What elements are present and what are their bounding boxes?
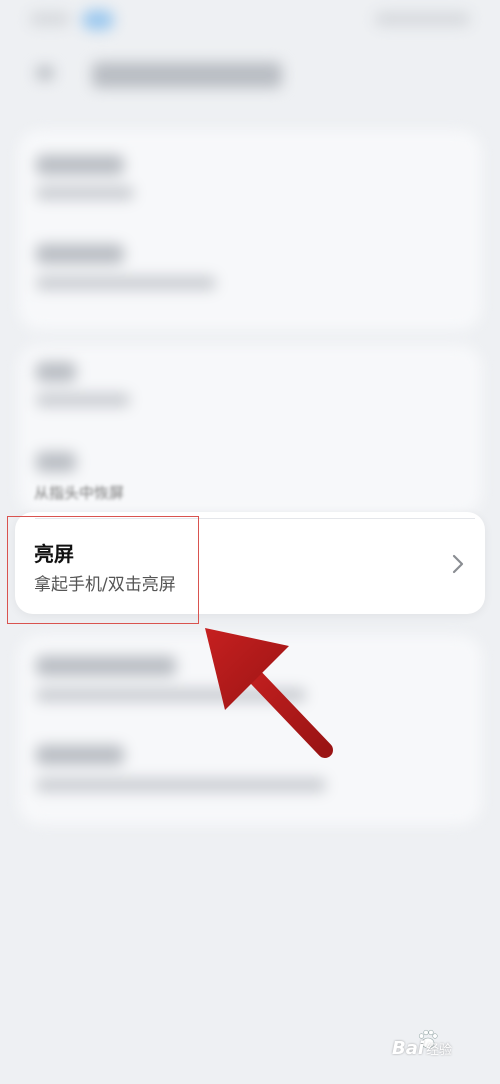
setting-row-6-subtitle — [36, 778, 326, 792]
setting-row-2-subtitle — [36, 276, 216, 290]
setting-row-3-subtitle — [36, 393, 130, 407]
watermark-suffix: 经验 — [426, 1043, 453, 1058]
highlight-box — [7, 516, 199, 624]
status-bar-left — [30, 12, 70, 26]
setting-row-1-subtitle — [36, 186, 134, 200]
setting-row-4-title[interactable] — [36, 452, 76, 472]
page-title — [92, 62, 282, 88]
status-bar-right — [375, 12, 470, 26]
setting-row-6-title[interactable] — [36, 745, 124, 765]
chevron-right-icon[interactable] — [440, 546, 476, 582]
setting-row-1-title[interactable] — [36, 155, 124, 175]
setting-row-2-title[interactable] — [36, 244, 124, 264]
partial-subtitle: 从指头中恢屏 — [34, 484, 125, 502]
setting-row-5-title[interactable] — [36, 656, 176, 676]
watermark: Bai 经验 — [392, 1038, 452, 1059]
arrow-icon — [205, 628, 333, 758]
setting-row-3-title[interactable] — [36, 362, 76, 382]
watermark-brand: Bai — [392, 1038, 425, 1059]
status-indicator — [82, 10, 114, 30]
back-icon[interactable] — [36, 66, 54, 80]
